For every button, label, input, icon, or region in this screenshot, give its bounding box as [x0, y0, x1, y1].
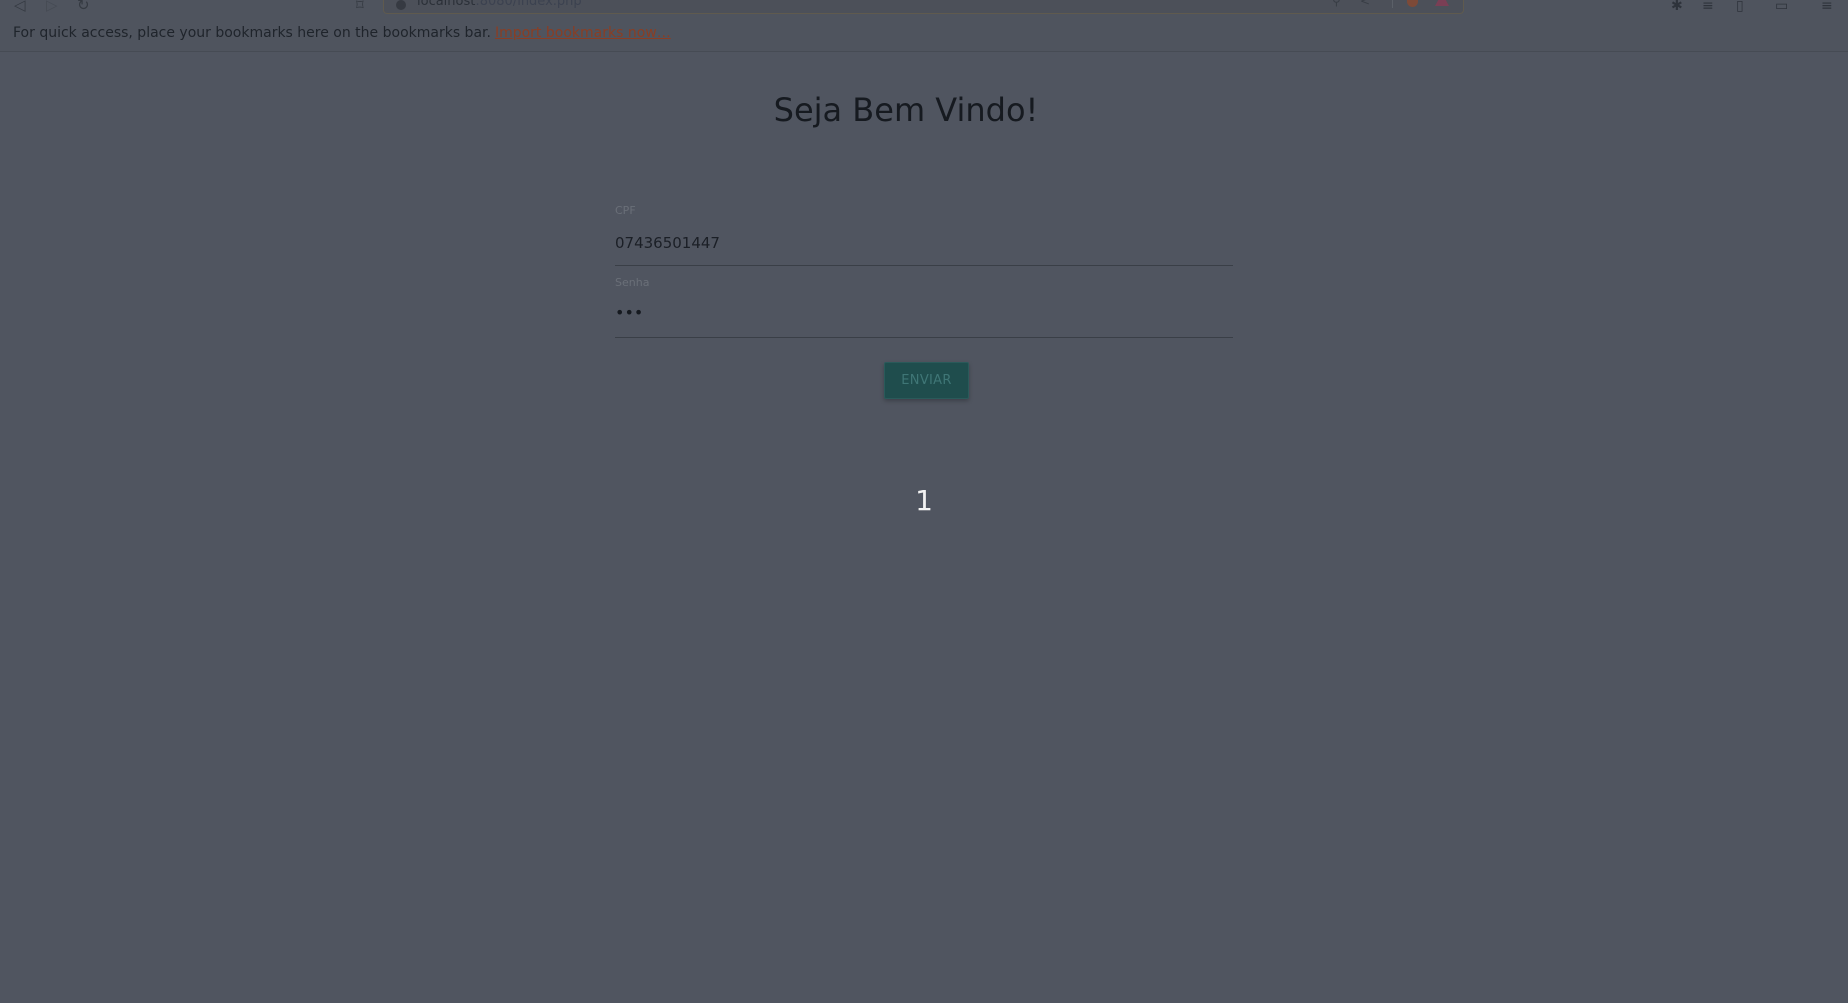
- url-text[interactable]: localhost:8080/index.php: [417, 0, 582, 9]
- page-title: Seja Bem Vindo!: [773, 91, 1039, 129]
- senha-field[interactable]: Senha •••: [615, 272, 1233, 338]
- cpf-field[interactable]: CPF: [615, 200, 1233, 266]
- senha-input[interactable]: •••: [615, 302, 643, 324]
- cpf-input[interactable]: [615, 228, 1233, 258]
- senha-label: Senha: [615, 276, 650, 289]
- extensions-icon[interactable]: ✱: [1671, 0, 1683, 14]
- url-host: localhost: [417, 0, 476, 9]
- url-path: :8080/index.php: [475, 0, 582, 9]
- site-info-icon[interactable]: [396, 0, 406, 10]
- url-divider: [1392, 0, 1393, 8]
- bookmarks-message-text: For quick access, place your bookmarks h…: [13, 25, 491, 41]
- reload-icon[interactable]: ↻: [77, 0, 90, 14]
- translate-icon[interactable]: ⚲: [1332, 0, 1341, 8]
- brave-rewards-icon[interactable]: [1435, 0, 1449, 6]
- playlist-icon[interactable]: ≡: [1702, 0, 1714, 14]
- counter-value: 1: [915, 484, 933, 517]
- sidebar-icon[interactable]: ▯: [1736, 0, 1744, 14]
- cpf-label: CPF: [615, 204, 636, 217]
- share-icon[interactable]: <: [1360, 0, 1370, 8]
- bookmark-icon[interactable]: ⌑: [356, 0, 364, 14]
- bookmarks-bar: For quick access, place your bookmarks h…: [0, 16, 1848, 52]
- brave-shields-icon[interactable]: [1407, 0, 1418, 7]
- back-arrow-icon[interactable]: ◁: [14, 0, 26, 14]
- browser-toolbar: ◁ ▷ ↻ ⌑ localhost:8080/index.php ⚲ < ✱ ≡…: [0, 0, 1848, 16]
- import-bookmarks-link[interactable]: Import bookmarks now…: [495, 25, 671, 41]
- menu-icon[interactable]: ≡: [1821, 0, 1833, 14]
- forward-arrow-icon[interactable]: ▷: [46, 0, 58, 14]
- address-bar[interactable]: localhost:8080/index.php ⚲ <: [383, 0, 1464, 14]
- bookmarks-message: For quick access, place your bookmarks h…: [13, 24, 671, 42]
- window-icon[interactable]: ▭: [1775, 0, 1788, 14]
- enviar-button[interactable]: ENVIAR: [884, 362, 969, 399]
